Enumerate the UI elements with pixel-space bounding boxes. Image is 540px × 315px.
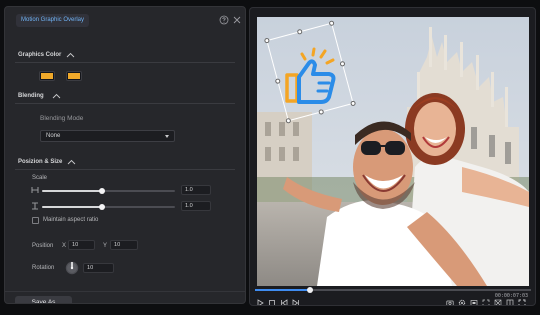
preview-image (257, 17, 529, 286)
help-icon[interactable] (219, 15, 229, 25)
zoom-icon[interactable] (494, 299, 502, 306)
preview-window: 00:00:07:03 (249, 7, 536, 306)
panel-header: Motion Graphic Overlay (5, 7, 245, 33)
blending-mode-label: Blending Mode (40, 115, 84, 122)
divider (15, 103, 235, 104)
position-y-input[interactable]: 10 (110, 240, 138, 250)
stop-icon[interactable] (268, 299, 276, 306)
horizontal-scale-icon (31, 187, 39, 193)
scale-label: Scale (32, 175, 48, 181)
layout-icon[interactable] (506, 299, 514, 306)
blending-mode-value: None (46, 133, 61, 139)
divider (15, 62, 235, 63)
chevron-up-icon[interactable] (66, 52, 75, 58)
slider-thumb[interactable] (98, 187, 105, 194)
prev-frame-icon[interactable] (280, 299, 288, 306)
aspect-ratio-checkbox[interactable] (32, 217, 39, 224)
settings-icon[interactable] (458, 299, 466, 306)
aspect-icon[interactable] (470, 299, 478, 306)
scale-vertical-input[interactable]: 1.0 (181, 201, 211, 211)
position-size-title: Posizion & Size (18, 159, 63, 165)
rotation-knob[interactable] (65, 261, 79, 275)
timeline-thumb[interactable] (307, 286, 314, 293)
chevron-up-icon[interactable] (67, 159, 76, 165)
rotation-label: Rotation (32, 265, 55, 271)
rotation-input[interactable]: 10 (83, 263, 114, 273)
color-swatch-1[interactable] (40, 72, 54, 80)
blending-mode-select[interactable]: None (40, 130, 175, 142)
next-frame-icon[interactable] (292, 299, 300, 306)
play-icon[interactable] (256, 299, 264, 306)
vertical-scale-icon (32, 202, 38, 210)
chevron-up-icon[interactable] (52, 93, 61, 99)
panel-title-tab[interactable]: Motion Graphic Overlay (16, 14, 90, 27)
timeline-progress (255, 289, 311, 291)
resize-handle[interactable] (274, 78, 281, 85)
slider-thumb[interactable] (98, 203, 105, 210)
position-x-label: X (62, 243, 67, 249)
scale-horizontal-slider[interactable] (42, 187, 175, 194)
position-x-input[interactable]: 10 (68, 240, 95, 250)
playback-timeline[interactable] (255, 286, 531, 293)
save-as-button[interactable]: Save As (15, 296, 72, 303)
close-icon[interactable] (232, 15, 242, 25)
resize-handle[interactable] (296, 28, 303, 35)
graphics-color-title: Graphics Color (18, 52, 62, 58)
fullscreen-icon[interactable] (482, 299, 490, 306)
divider (15, 169, 235, 170)
thumbs-up-icon[interactable] (283, 47, 345, 105)
expand-icon[interactable] (518, 299, 526, 306)
motion-graphic-panel: Motion Graphic Overlay Graphics Color Bl… (4, 6, 246, 304)
divider (5, 291, 245, 292)
blending-title: Blending (18, 93, 44, 99)
scale-horizontal-input[interactable]: 1.0 (181, 185, 211, 195)
color-swatch-2[interactable] (67, 72, 81, 80)
position-y-label: Y (103, 243, 108, 249)
slider-fill (42, 190, 102, 192)
camera-icon[interactable] (446, 299, 454, 306)
slider-fill (42, 206, 102, 208)
scale-vertical-slider[interactable] (42, 203, 175, 210)
chevron-down-icon (165, 135, 169, 138)
aspect-ratio-label: Maintain aspect ratio (43, 217, 99, 223)
resize-handle[interactable] (263, 37, 270, 44)
position-label: Position (32, 243, 54, 249)
